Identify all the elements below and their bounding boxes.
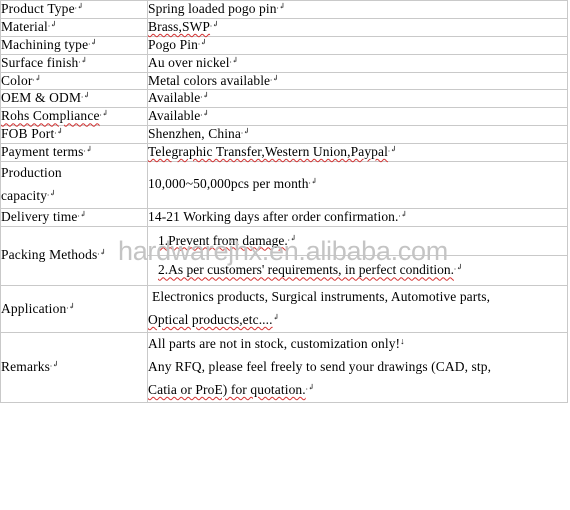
soft-return-mark: .↲ <box>81 90 90 100</box>
remarks-line: All parts are not in stock, customizatio… <box>148 336 405 352</box>
soft-return-mark: .↲ <box>240 126 250 136</box>
table-row: Packing Methods.↲ 1.Prevent from damage.… <box>0 225 568 287</box>
specification-sheet: Product Type.↲ Spring loaded pogo pin.↲ … <box>0 0 570 510</box>
spec-label-remarks: Remarks.↲ <box>0 332 148 403</box>
table-row: Application.↲ Electronics products, Surg… <box>0 285 568 333</box>
spec-label-production-capacity: Production capacity.↲ <box>0 160 148 209</box>
soft-return-mark: .↲ <box>308 176 318 186</box>
spec-value-machining-type: Pogo Pin.↲ <box>147 35 568 55</box>
spec-label-fob-port: FOB Port.↲ <box>0 125 148 144</box>
soft-return-mark: .↲ <box>47 188 56 198</box>
spec-label-oem-odm: OEM & ODM.↲ <box>0 89 148 109</box>
soft-return-mark: .↲ <box>229 55 239 65</box>
spec-value-material: Brass,SWP.↲ <box>147 17 568 37</box>
soft-return-mark: .↲ <box>83 144 93 154</box>
spec-value-application: Electronics products, Surgical instrumen… <box>147 285 568 333</box>
table-row: Production capacity.↲ 10,000~50,000pcs p… <box>0 160 568 209</box>
spec-label-rohs-compliance: Rohs Compliance.↲ <box>0 107 148 127</box>
table-row: Material.↲ Brass,SWP.↲ <box>0 17 568 37</box>
packing-method-item: 2.As per customers' requirements, in per… <box>148 256 567 285</box>
spec-value-oem-odm: Available.↲ <box>147 89 568 109</box>
line-break-mark: ↓ <box>400 336 405 346</box>
soft-return-mark: .↲ <box>305 382 315 392</box>
remarks-line: Catia or ProE) for quotation..↲ <box>148 381 315 397</box>
spec-value-delivery-time: 14-21 Working days after order confirmat… <box>147 207 568 227</box>
packing-method-1: 1.Prevent from damage..↲ <box>148 226 567 257</box>
spec-label-product-type: Product Type.↲ <box>0 0 148 19</box>
soft-return-mark: .↲ <box>200 90 210 100</box>
product-specification-table: Product Type.↲ Spring loaded pogo pin.↲ … <box>0 0 568 403</box>
soft-return-mark: ↲ <box>272 312 280 322</box>
soft-return-mark: .↲ <box>97 248 107 258</box>
spec-value-payment-terms: Telegraphic Transfer,Western Union,Paypa… <box>147 143 568 162</box>
table-row: Delivery time.↲ 14-21 Working days after… <box>0 207 568 227</box>
application-line: Electronics products, Surgical instrumen… <box>152 289 491 305</box>
soft-return-mark: .↲ <box>276 1 286 11</box>
spec-value-fob-port: Shenzhen, China.↲ <box>147 125 568 144</box>
spec-value-production-capacity: 10,000~50,000pcs per month.↲ <box>147 160 568 209</box>
soft-return-mark: .↲ <box>77 209 87 219</box>
label-line: capacity.↲ <box>1 187 56 203</box>
soft-return-mark: .↲ <box>78 55 88 65</box>
soft-return-mark: .↲ <box>54 126 64 136</box>
spec-value-remarks: All parts are not in stock, customizatio… <box>147 332 568 403</box>
packing-method-item: 1.Prevent from damage..↲ <box>148 226 567 257</box>
soft-return-mark: .↲ <box>270 73 279 83</box>
spec-label-packing-methods: Packing Methods.↲ <box>0 225 148 287</box>
table-row: Machining type.↲ Pogo Pin.↲ <box>0 35 568 55</box>
remarks-line: Any RFQ, please feel freely to send your… <box>148 358 492 374</box>
soft-return-mark: .↲ <box>453 262 463 272</box>
spec-label-surface-finish: Surface finish.↲ <box>0 53 148 73</box>
spec-value-packing-methods: 1.Prevent from damage..↲ 2.As per custom… <box>147 225 568 287</box>
table-row: Remarks.↲ All parts are not in stock, cu… <box>0 332 568 403</box>
soft-return-mark: .↲ <box>32 73 42 83</box>
table-row: FOB Port.↲ Shenzhen, China.↲ <box>0 125 568 144</box>
spec-value-surface-finish: Au over nickel.↲ <box>147 53 568 73</box>
soft-return-mark: .↲ <box>197 37 207 47</box>
application-line: Optical products,etc....↲ <box>148 312 280 328</box>
soft-return-mark: .↲ <box>99 108 109 118</box>
spec-label-machining-type: Machining type.↲ <box>0 35 148 55</box>
spec-label-application: Application.↲ <box>0 285 148 333</box>
soft-return-mark: .↲ <box>50 359 59 369</box>
spec-value-color: Metal colors available.↲ <box>147 71 568 91</box>
spec-label-material: Material.↲ <box>0 17 148 37</box>
soft-return-mark: .↲ <box>387 144 397 154</box>
spec-label-payment-terms: Payment terms.↲ <box>0 143 148 162</box>
soft-return-mark: .↲ <box>398 209 408 219</box>
spec-value-rohs-compliance: Available.↲ <box>147 107 568 127</box>
table-row: Rohs Compliance.↲ Available.↲ <box>0 107 568 127</box>
soft-return-mark: .↲ <box>287 233 297 243</box>
spec-label-color: Color.↲ <box>0 71 148 91</box>
soft-return-mark: .↲ <box>47 19 57 29</box>
table-row: Color.↲ Metal colors available.↲ <box>0 71 568 91</box>
label-line: Production <box>1 164 62 180</box>
spec-value-product-type: Spring loaded pogo pin.↲ <box>147 0 568 19</box>
soft-return-mark: .↲ <box>210 19 219 29</box>
table-row: Surface finish.↲ Au over nickel.↲ <box>0 53 568 73</box>
spec-label-delivery-time: Delivery time.↲ <box>0 207 148 227</box>
table-row: Payment terms.↲ Telegraphic Transfer,Wes… <box>0 143 568 162</box>
soft-return-mark: .↲ <box>66 301 76 311</box>
packing-methods-sublist: 1.Prevent from damage..↲ 2.As per custom… <box>148 226 567 286</box>
soft-return-mark: .↲ <box>88 37 97 47</box>
table-row: Product Type.↲ Spring loaded pogo pin.↲ <box>0 0 568 19</box>
packing-method-2: 2.As per customers' requirements, in per… <box>158 262 463 278</box>
table-row: OEM & ODM.↲ Available.↲ <box>0 89 568 109</box>
soft-return-mark: .↲ <box>200 108 210 118</box>
soft-return-mark: .↲ <box>74 1 84 11</box>
